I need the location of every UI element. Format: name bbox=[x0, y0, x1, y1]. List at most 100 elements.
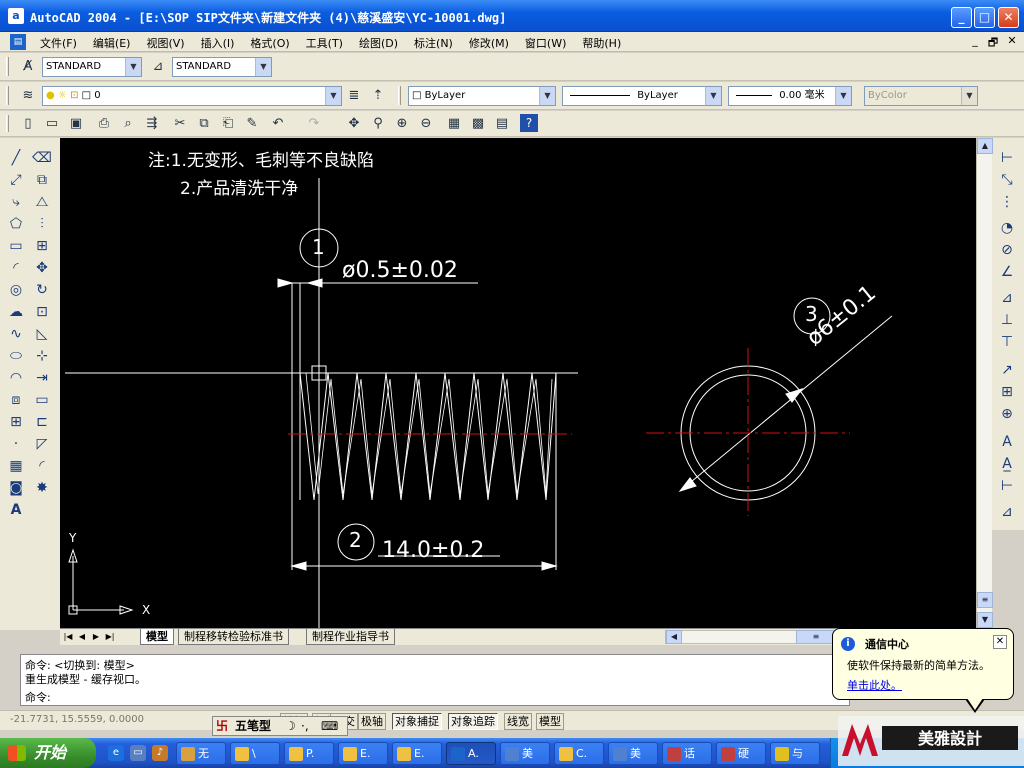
baseline-dim-icon[interactable]: ⊥ bbox=[997, 310, 1017, 330]
taskbar-task-button[interactable]: 与 bbox=[770, 742, 820, 765]
layer-manager-icon[interactable]: ≋ bbox=[18, 86, 38, 106]
zoom-previous-icon[interactable]: ⊖ bbox=[416, 114, 436, 134]
chevron-down-icon[interactable]: ▼ bbox=[255, 58, 271, 76]
notification-link[interactable]: 单击此处。 bbox=[847, 677, 902, 693]
keyboard-icon[interactable]: ⌨ bbox=[321, 718, 338, 735]
scale-icon[interactable]: ⊡ bbox=[32, 302, 52, 322]
polyline-icon[interactable]: ⤷ bbox=[6, 192, 26, 212]
match-properties-icon[interactable]: ✎ bbox=[242, 114, 262, 134]
polar-toggle[interactable]: 极轴 bbox=[358, 713, 386, 730]
circle-icon[interactable]: ◎ bbox=[6, 280, 26, 300]
last-tab-icon[interactable]: ▶| bbox=[104, 630, 116, 644]
autocad-icon[interactable]: a bbox=[8, 8, 24, 24]
radius-dim-icon[interactable]: ◔ bbox=[997, 218, 1017, 238]
taskbar-task-button[interactable]: P. bbox=[284, 742, 334, 765]
stretch-icon[interactable]: ◺ bbox=[32, 324, 52, 344]
minimize-button[interactable]: _ bbox=[951, 7, 972, 28]
toolbar-grip[interactable] bbox=[6, 57, 9, 76]
tab-work-instruction[interactable]: 制程作业指导书 bbox=[306, 629, 395, 645]
taskbar-task-button[interactable]: \ bbox=[230, 742, 280, 765]
extend-icon[interactable]: ⇥ bbox=[32, 368, 52, 388]
scroll-down-icon[interactable]: ▼ bbox=[977, 612, 993, 628]
diameter-dim-icon[interactable]: ⊘ bbox=[997, 240, 1017, 260]
fillet-icon[interactable]: ◜ bbox=[32, 456, 52, 476]
chevron-down-icon[interactable]: ▼ bbox=[835, 87, 851, 105]
scroll-thumb[interactable]: ≡ bbox=[977, 592, 993, 608]
paste-icon[interactable]: ⎗ bbox=[218, 114, 238, 134]
tab-inspection-standard[interactable]: 制程移转检验标准书 bbox=[178, 629, 289, 645]
menu-item[interactable]: 视图(V) bbox=[138, 35, 192, 51]
mirror-icon[interactable]: ⧍ bbox=[32, 192, 52, 212]
rectangle-icon[interactable]: ▭ bbox=[6, 236, 26, 256]
redo-icon[interactable]: ↷ bbox=[304, 114, 324, 134]
explode-icon[interactable]: ✸ bbox=[32, 478, 52, 498]
plot-icon[interactable]: ⎙ bbox=[94, 114, 114, 134]
close-button[interactable]: ✕ bbox=[998, 7, 1019, 28]
menu-item[interactable]: 绘图(D) bbox=[351, 35, 406, 51]
array-icon[interactable]: ⊞ bbox=[32, 236, 52, 256]
center-mark-icon[interactable]: ⊕ bbox=[997, 404, 1017, 424]
model-paper-toggle[interactable]: 模型 bbox=[536, 713, 564, 730]
taskbar-task-button[interactable]: 美 bbox=[500, 742, 550, 765]
ime-logo-icon[interactable]: 卐 bbox=[216, 718, 228, 735]
undo-icon[interactable]: ↶ bbox=[268, 114, 288, 134]
command-window[interactable]: 命令: <切换到: 模型> 重生成模型 - 缓存视口。 命令: bbox=[20, 654, 850, 706]
cut-icon[interactable]: ✂ bbox=[170, 114, 190, 134]
drawing-doc-icon[interactable]: ▤ bbox=[10, 34, 26, 50]
taskbar-task-button[interactable]: 硬 bbox=[716, 742, 766, 765]
layer-previous-icon[interactable]: ⇡ bbox=[368, 86, 388, 106]
region-icon[interactable]: ◙ bbox=[6, 478, 26, 498]
coordinate-readout[interactable]: -21.7731, 15.5559, 0.0000 bbox=[10, 714, 144, 725]
menu-item[interactable]: 插入(I) bbox=[193, 35, 243, 51]
point-icon[interactable]: · bbox=[6, 434, 26, 454]
zoom-window-icon[interactable]: ⊕ bbox=[392, 114, 412, 134]
prev-tab-icon[interactable]: ◀ bbox=[76, 630, 88, 644]
vertical-scrollbar[interactable]: ▲ ≡ ▼ bbox=[976, 138, 993, 628]
doc-minimize-button[interactable]: _ bbox=[966, 34, 984, 47]
lineweight-toggle[interactable]: 线宽 bbox=[504, 713, 532, 730]
design-center-icon[interactable]: ▩ bbox=[468, 114, 488, 134]
new-file-icon[interactable]: ▯ bbox=[18, 114, 38, 134]
taskbar-task-button[interactable]: 话 bbox=[662, 742, 712, 765]
menu-item[interactable]: 帮助(H) bbox=[574, 35, 629, 51]
doc-close-button[interactable]: ✕ bbox=[1003, 34, 1021, 47]
taskbar-task-button[interactable]: C. bbox=[554, 742, 604, 765]
drawing-canvas[interactable]: 注:1.无变形、毛刺等不良缺陷 2.产品清洗干净 1 ø0.5±0.02 2 1… bbox=[60, 138, 976, 628]
otrack-toggle[interactable]: 对象追踪 bbox=[448, 713, 498, 730]
menu-item[interactable]: 编辑(E) bbox=[85, 35, 139, 51]
layer-select[interactable]: ● ☼ ⊡ □ 0 ▼ bbox=[42, 86, 342, 106]
zoom-realtime-icon[interactable]: ⚲ bbox=[368, 114, 388, 134]
text-style-select[interactable]: STANDARD ▼ bbox=[42, 57, 142, 77]
open-file-icon[interactable]: ▭ bbox=[42, 114, 62, 134]
media-icon[interactable]: ♪ bbox=[152, 745, 168, 761]
help-icon[interactable]: ? bbox=[520, 114, 538, 132]
ie-icon[interactable]: e bbox=[108, 745, 124, 761]
dim-edit-icon[interactable]: A bbox=[997, 432, 1017, 452]
punctuation-icon[interactable]: ·, bbox=[301, 718, 309, 735]
chevron-down-icon[interactable]: ▼ bbox=[705, 87, 721, 105]
scroll-left-icon[interactable]: ◀ bbox=[666, 630, 682, 644]
first-tab-icon[interactable]: |◀ bbox=[62, 630, 74, 644]
note-line-2[interactable]: 2.产品清洗干净 bbox=[180, 174, 298, 199]
tab-model[interactable]: 模型 bbox=[140, 629, 174, 645]
make-object-layer-current-icon[interactable]: ≣ bbox=[344, 86, 364, 106]
taskbar-task-button[interactable]: 无 bbox=[176, 742, 226, 765]
taskbar-task-button[interactable]: E. bbox=[392, 742, 442, 765]
chevron-down-icon[interactable]: ▼ bbox=[539, 87, 555, 105]
wire-diameter-dimension[interactable]: ø0.5±0.02 bbox=[342, 258, 458, 283]
lineweight-select[interactable]: 0.00 毫米 ▼ bbox=[728, 86, 852, 106]
properties-icon[interactable]: ▦ bbox=[444, 114, 464, 134]
break-at-point-icon[interactable]: ⊏ bbox=[32, 412, 52, 432]
move-icon[interactable]: ✥ bbox=[32, 258, 52, 278]
menu-item[interactable]: 文件(F) bbox=[32, 35, 85, 51]
dim-update-icon[interactable]: ⊢ bbox=[997, 476, 1017, 496]
arc-icon[interactable]: ◜ bbox=[6, 258, 26, 278]
plot-preview-icon[interactable]: ⌕ bbox=[118, 114, 138, 134]
ime-mode-label[interactable]: 五笔型 bbox=[235, 718, 271, 735]
start-button[interactable]: 开始 bbox=[0, 738, 96, 768]
scroll-up-icon[interactable]: ▲ bbox=[977, 138, 993, 154]
spline-icon[interactable]: ∿ bbox=[6, 324, 26, 344]
save-icon[interactable]: ▣ bbox=[66, 114, 86, 134]
erase-icon[interactable]: ⌫ bbox=[32, 148, 52, 168]
ime-bar[interactable]: 卐 五笔型 ☽ ·, ⌨ bbox=[212, 716, 348, 736]
